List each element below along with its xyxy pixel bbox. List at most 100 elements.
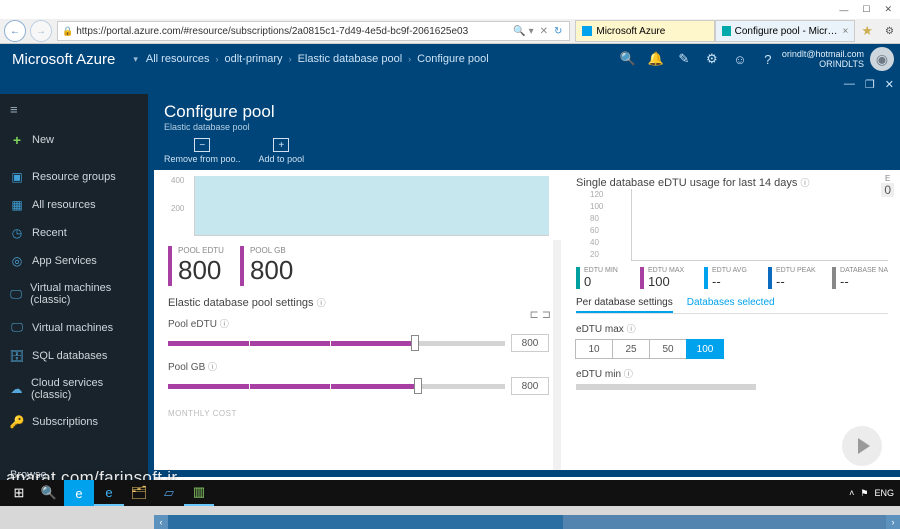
vertical-scrollbar[interactable] bbox=[553, 240, 561, 470]
refresh-icon[interactable]: ↻ bbox=[551, 26, 565, 37]
sidebar-new-button[interactable]: + New bbox=[0, 125, 148, 155]
slider-thumb[interactable] bbox=[411, 335, 419, 351]
chevron-down-icon[interactable]: ▾ bbox=[127, 54, 144, 65]
breadcrumb[interactable]: All resources bbox=[144, 53, 212, 65]
pool-gb-value[interactable]: 800 bbox=[511, 377, 549, 395]
pool-edtu-stat: POOL EDTU 800 bbox=[168, 246, 224, 286]
sidebar-item-cloud-classic[interactable]: ☁Cloud services (classic) bbox=[0, 370, 148, 408]
breadcrumb[interactable]: odlt-primary bbox=[222, 53, 284, 65]
new-tab-icon[interactable]: ✎ bbox=[670, 51, 698, 67]
tray-flag-icon[interactable]: ⚑ bbox=[860, 488, 868, 499]
play-overlay-icon[interactable] bbox=[842, 426, 882, 466]
info-icon[interactable]: ⓘ bbox=[208, 362, 217, 372]
forward-button[interactable]: → bbox=[30, 20, 52, 42]
info-icon[interactable]: ⓘ bbox=[800, 178, 809, 188]
hamburger-icon[interactable]: ≡ bbox=[0, 94, 148, 125]
taskbar-lang[interactable]: ENG bbox=[874, 488, 894, 498]
browser-tab[interactable]: Microsoft Azure bbox=[575, 20, 715, 42]
taskbar-explorer-icon[interactable]: 🗂 bbox=[124, 480, 154, 506]
pool-edtu-slider[interactable] bbox=[168, 341, 505, 346]
feedback-icon[interactable]: ☺ bbox=[726, 52, 754, 67]
taskbar-search-icon[interactable]: 🔍 bbox=[34, 480, 64, 506]
scroll-left-icon[interactable]: ‹ bbox=[154, 515, 168, 529]
add-to-pool-button[interactable]: + Add to pool bbox=[259, 138, 305, 164]
back-button[interactable]: ← bbox=[4, 20, 26, 42]
account-directory: ORINDLTS bbox=[782, 59, 864, 69]
sidebar-item-vm-classic[interactable]: 🖵Virtual machines (classic) bbox=[0, 275, 148, 313]
scrollbar-thumb[interactable] bbox=[168, 515, 563, 529]
tray-up-icon[interactable]: ˄ bbox=[849, 488, 854, 498]
info-icon[interactable]: ⓘ bbox=[220, 319, 229, 329]
slider-thumb[interactable] bbox=[414, 378, 422, 394]
browser-tabs: Microsoft Azure Configure pool - Microso… bbox=[575, 20, 855, 42]
tab-per-database-settings[interactable]: Per database settings bbox=[576, 297, 673, 313]
sidebar-item-recent[interactable]: ◷Recent bbox=[0, 219, 148, 247]
plus-icon: + bbox=[10, 132, 24, 148]
database-usage-panel: Single database eDTU usage for last 14 d… bbox=[564, 170, 900, 470]
range-icon[interactable]: ⊏ ⊐ bbox=[530, 308, 552, 321]
info-icon[interactable]: ⓘ bbox=[317, 298, 326, 308]
account-menu[interactable]: orindlt@hotmail.com ORINDLTS ◉ bbox=[782, 47, 900, 71]
taskbar-powershell-icon[interactable]: ▱ bbox=[154, 480, 184, 506]
avatar-icon: ◉ bbox=[870, 47, 894, 71]
blade-minimize-button[interactable]: — bbox=[844, 78, 855, 90]
tab-close-icon[interactable]: × bbox=[843, 26, 849, 37]
seg-option[interactable]: 10 bbox=[575, 339, 613, 359]
help-icon[interactable]: ? bbox=[754, 52, 782, 67]
notifications-icon[interactable]: 🔔 bbox=[642, 51, 670, 67]
sidebar-item-subscriptions[interactable]: 🔑Subscriptions bbox=[0, 408, 148, 436]
seg-option-selected[interactable]: 100 bbox=[686, 339, 724, 359]
blade-maximize-button[interactable]: ❐ bbox=[865, 78, 875, 91]
horizontal-scrollbar[interactable]: ‹ › bbox=[154, 515, 900, 529]
breadcrumb[interactable]: Elastic database pool bbox=[296, 53, 405, 65]
start-button[interactable]: ⊞ bbox=[4, 480, 34, 506]
pool-gb-stat: POOL GB 800 bbox=[240, 246, 293, 286]
tab-databases-selected[interactable]: Databases selected bbox=[687, 297, 775, 313]
window-close-button[interactable]: ✕ bbox=[884, 4, 892, 15]
taskbar-app-icon[interactable]: ▥ bbox=[184, 480, 214, 506]
edtu-max-segmented[interactable]: 10 25 50 100 bbox=[576, 339, 888, 359]
blade-close-button[interactable]: ✕ bbox=[885, 78, 894, 91]
section-title: Elastic database pool settings ⓘ bbox=[168, 296, 549, 309]
slider-label: Pool GB bbox=[168, 362, 205, 373]
edtu-min-slider[interactable] bbox=[576, 384, 756, 390]
sidebar-item-vm[interactable]: 🖵Virtual machines bbox=[0, 313, 148, 342]
edtu-max-label: eDTU max bbox=[576, 324, 624, 335]
window-minimize-button[interactable]: — bbox=[839, 5, 848, 15]
tools-icon[interactable]: ⚙ bbox=[879, 26, 900, 37]
info-icon[interactable]: ⓘ bbox=[624, 369, 633, 379]
sidebar-item-app-services[interactable]: ◎App Services bbox=[0, 247, 148, 275]
address-bar[interactable]: 🔒 https://portal.azure.com/#resource/sub… bbox=[57, 21, 570, 41]
scroll-right-icon[interactable]: › bbox=[886, 515, 900, 529]
search-icon[interactable]: 🔍 bbox=[513, 26, 525, 37]
blade-content: Configure pool Elastic database pool − R… bbox=[148, 94, 900, 501]
favorites-icon[interactable]: ★ bbox=[855, 23, 879, 39]
window-maximize-button[interactable]: ☐ bbox=[862, 4, 870, 15]
sidebar-item-resource-groups[interactable]: ▣Resource groups bbox=[0, 163, 148, 191]
settings-icon[interactable]: ⚙ bbox=[698, 51, 726, 67]
seg-option[interactable]: 25 bbox=[612, 339, 650, 359]
portal-logo[interactable]: Microsoft Azure bbox=[0, 51, 127, 68]
stop-icon[interactable]: ✕ bbox=[537, 26, 551, 37]
search-icon[interactable]: 🔍 bbox=[614, 51, 642, 67]
blade-window-controls: — ❐ ✕ bbox=[0, 74, 900, 94]
portal-sidebar: ≡ + New ▣Resource groups ▦All resources … bbox=[0, 94, 148, 501]
slider-label: Pool eDTU bbox=[168, 319, 217, 330]
db-usage-chart bbox=[631, 189, 888, 261]
remove-from-pool-button[interactable]: − Remove from poo.. bbox=[164, 138, 241, 164]
seg-option[interactable]: 50 bbox=[649, 339, 687, 359]
breadcrumb[interactable]: Configure pool bbox=[415, 53, 491, 65]
metric-row: EDTU MIN0 EDTU MAX100 EDTU AVG-- EDTU PE… bbox=[576, 267, 888, 289]
pool-edtu-value[interactable]: 800 bbox=[511, 334, 549, 352]
pool-gb-slider[interactable] bbox=[168, 384, 505, 389]
taskbar-ie-icon[interactable]: e bbox=[64, 480, 94, 506]
browser-tab[interactable]: Configure pool - Microsoft ... × bbox=[715, 20, 855, 42]
account-email: orindlt@hotmail.com bbox=[782, 49, 864, 59]
key-icon: 🔑 bbox=[10, 415, 24, 429]
cloud-icon: ☁ bbox=[10, 382, 23, 396]
panel-title: Single database eDTU usage for last 14 d… bbox=[576, 177, 797, 189]
sidebar-item-sql[interactable]: 🗄SQL databases bbox=[0, 342, 148, 370]
sidebar-item-all-resources[interactable]: ▦All resources bbox=[0, 191, 148, 219]
taskbar-ie-running-icon[interactable]: e bbox=[94, 480, 124, 506]
info-icon[interactable]: ⓘ bbox=[627, 324, 636, 334]
